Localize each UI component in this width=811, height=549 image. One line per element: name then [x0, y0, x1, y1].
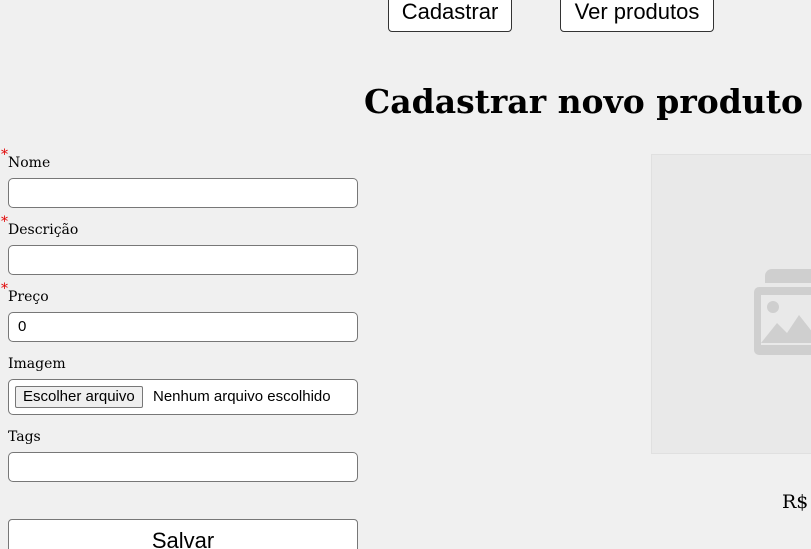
imagem-label: Imagem — [8, 356, 66, 372]
preco-input[interactable]: 0 — [8, 312, 358, 342]
descricao-input[interactable] — [8, 245, 358, 275]
required-marker-preco: * — [1, 281, 8, 297]
nav-cadastrar-button[interactable]: Cadastrar — [388, 0, 512, 32]
nav-ver-produtos-button[interactable]: Ver produtos — [560, 0, 714, 32]
price-currency: R$ — [782, 491, 809, 513]
tags-label: Tags — [8, 429, 41, 445]
required-marker-descricao: * — [1, 214, 8, 230]
imagem-file-input[interactable]: Escolher arquivo Nenhum arquivo escolhid… — [8, 379, 358, 415]
descricao-label: Descrição — [8, 222, 79, 238]
file-status-text: Nenhum arquivo escolhido — [153, 388, 331, 405]
required-marker-nome: * — [1, 147, 8, 163]
save-button[interactable]: Salvar — [8, 519, 358, 549]
tags-input[interactable] — [8, 452, 358, 482]
preco-label: Preço — [8, 289, 49, 305]
nome-label: Nome — [8, 155, 51, 171]
product-image-preview — [651, 154, 811, 454]
nome-input[interactable] — [8, 178, 358, 208]
choose-file-button[interactable]: Escolher arquivo — [15, 386, 143, 408]
page-title: Cadastrar novo produto — [364, 82, 804, 121]
image-placeholder-icon — [749, 265, 811, 359]
